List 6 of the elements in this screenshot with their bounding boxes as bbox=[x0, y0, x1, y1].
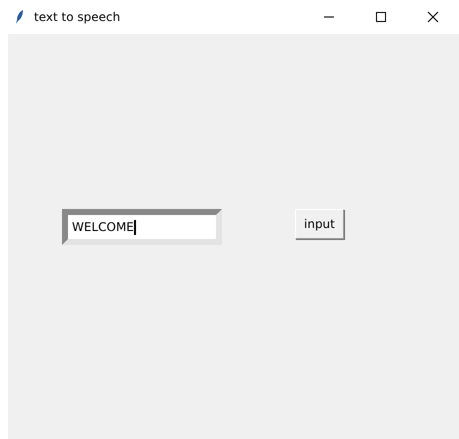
close-icon[interactable] bbox=[427, 11, 439, 23]
input-button[interactable]: input bbox=[295, 209, 344, 239]
maximize-icon[interactable] bbox=[375, 11, 387, 23]
text-entry-field[interactable]: WELCOME bbox=[62, 209, 222, 245]
feather-icon bbox=[16, 10, 24, 24]
window-title: text to speech bbox=[34, 10, 122, 24]
